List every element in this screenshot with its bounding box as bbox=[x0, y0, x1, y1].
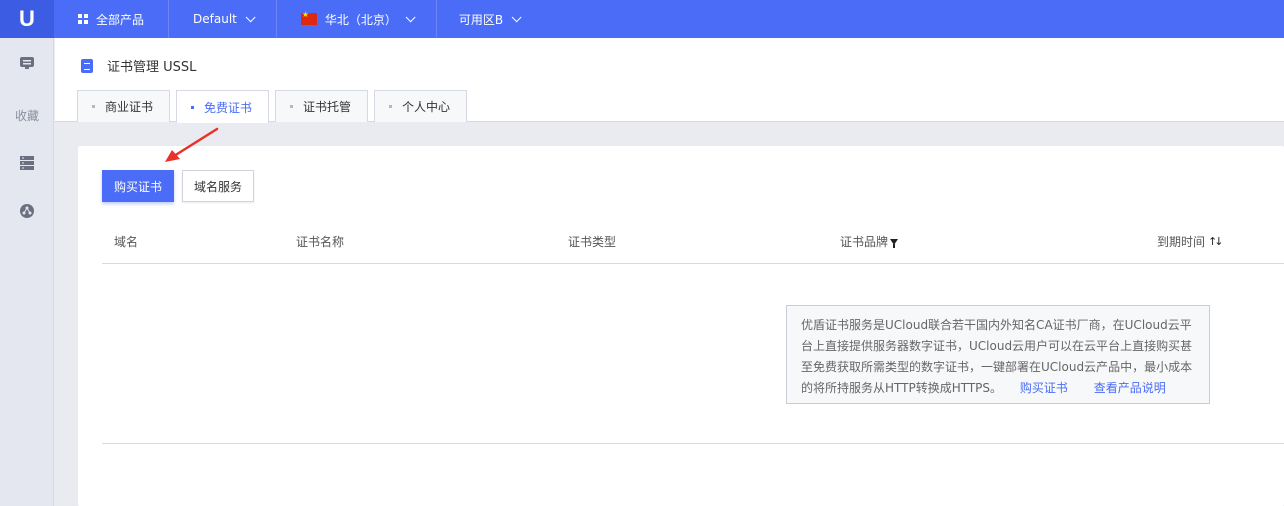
filter-icon[interactable] bbox=[890, 238, 899, 248]
ucloud-logo[interactable]: U bbox=[0, 0, 54, 38]
left-sidebar: 收藏 bbox=[0, 38, 54, 506]
list-icon[interactable] bbox=[19, 155, 35, 171]
table-header: 域名 证书名称 证书类型 证书品牌 到期时间 ↑↓ bbox=[102, 224, 1284, 264]
product-docs-link[interactable]: 查看产品说明 bbox=[1094, 381, 1166, 395]
tab-dot-icon bbox=[389, 105, 393, 108]
column-cert-brand: 证书品牌 bbox=[840, 233, 899, 250]
table-bottom-divider bbox=[102, 443, 1284, 444]
certificate-icon bbox=[81, 58, 93, 73]
china-flag-icon bbox=[300, 10, 317, 25]
column-label: 证书类型 bbox=[568, 235, 617, 249]
column-cert-type: 证书类型 bbox=[568, 233, 616, 250]
tab-dot-icon bbox=[290, 105, 294, 108]
tab-label: 商业证书 bbox=[105, 100, 154, 114]
column-label: 证书名称 bbox=[296, 235, 345, 249]
page-title-text: 证书管理 USSL bbox=[107, 60, 197, 75]
column-cert-name: 证书名称 bbox=[296, 233, 344, 250]
sort-icon[interactable]: ↑↓ bbox=[1208, 235, 1224, 248]
page-title: 证书管理 USSL bbox=[81, 56, 196, 75]
zone-label: 可用区B bbox=[458, 12, 504, 27]
project-selector[interactable]: Default bbox=[169, 0, 277, 38]
empty-state-info: 优盾证书服务是UCloud联合若干国内外知名CA证书厂商，在UCloud云平台上… bbox=[786, 305, 1210, 404]
monitor-icon[interactable] bbox=[19, 55, 35, 71]
column-label: 到期时间 bbox=[1157, 235, 1206, 249]
network-icon[interactable] bbox=[19, 203, 35, 219]
all-products-menu[interactable]: 全部产品 bbox=[54, 0, 170, 38]
page-header: 证书管理 USSL 商业证书 免费证书 证书托管 个人中心 bbox=[55, 38, 1284, 123]
zone-selector[interactable]: 可用区B bbox=[437, 0, 540, 38]
buy-certificate-link[interactable]: 购买证书 bbox=[1020, 381, 1068, 395]
annotation-arrow-icon bbox=[165, 127, 219, 162]
buy-certificate-button[interactable]: 购买证书 bbox=[102, 170, 174, 202]
chevron-down-icon bbox=[405, 11, 416, 22]
all-products-label: 全部产品 bbox=[96, 12, 145, 27]
top-navigation-bar: U 全部产品 Default 华北（北京） 可用区B bbox=[0, 0, 1284, 38]
column-label: 证书品牌 bbox=[840, 235, 889, 249]
region-selector[interactable]: 华北（北京） bbox=[277, 0, 437, 38]
favorites-label[interactable]: 收藏 bbox=[0, 107, 54, 124]
region-label: 华北（北京） bbox=[324, 12, 397, 27]
column-expiry-time: 到期时间 ↑↓ bbox=[1157, 233, 1224, 250]
chevron-down-icon bbox=[511, 11, 522, 22]
column-domain: 域名 bbox=[114, 233, 138, 250]
chevron-down-icon bbox=[245, 11, 256, 22]
grid-icon bbox=[78, 14, 88, 24]
tab-dot-icon bbox=[191, 105, 195, 109]
main-panel: 购买证书 域名服务 域名 证书名称 证书类型 证书品牌 到期时间 ↑↓ 优盾证书… bbox=[78, 146, 1284, 506]
domain-service-button[interactable]: 域名服务 bbox=[182, 170, 254, 202]
tab-cert-hosting[interactable]: 证书托管 bbox=[275, 90, 369, 122]
tab-bar: 商业证书 免费证书 证书托管 个人中心 bbox=[77, 90, 468, 123]
tab-label: 免费证书 bbox=[204, 100, 253, 115]
tab-commercial-cert[interactable]: 商业证书 bbox=[77, 90, 171, 122]
tab-free-cert[interactable]: 免费证书 bbox=[176, 90, 270, 123]
tab-label: 证书托管 bbox=[303, 100, 352, 114]
tab-dot-icon bbox=[92, 105, 95, 108]
column-label: 域名 bbox=[114, 235, 139, 249]
project-label: Default bbox=[193, 12, 237, 26]
tab-personal-center[interactable]: 个人中心 bbox=[374, 90, 468, 122]
tab-label: 个人中心 bbox=[402, 100, 451, 114]
